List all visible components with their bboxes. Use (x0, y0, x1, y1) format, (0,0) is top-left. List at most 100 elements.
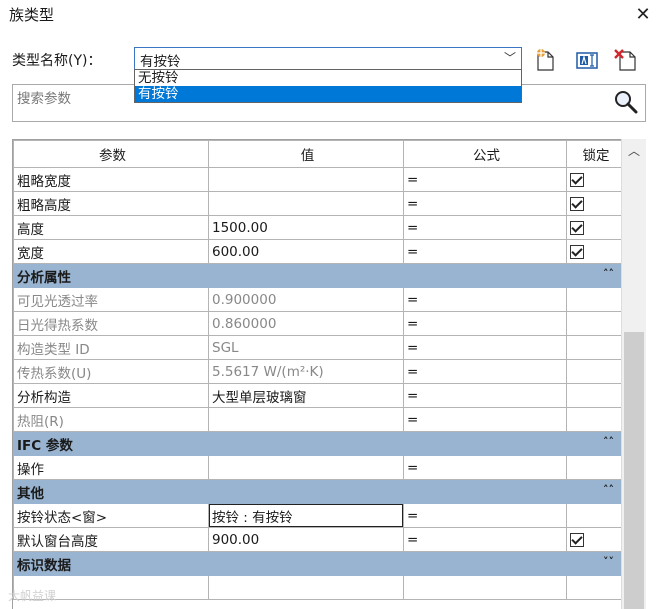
param-formula[interactable]: = (403, 287, 567, 312)
lock-cell (566, 503, 623, 528)
param-formula[interactable]: = (403, 167, 567, 192)
expand-icon[interactable]: ˅˅ (603, 555, 614, 568)
type-name-options[interactable]: 无按铃 有按铃 (134, 69, 522, 103)
table-row: 热阻(R) = (13, 407, 623, 432)
lock-cell[interactable] (566, 167, 623, 192)
table-row: 分析构造 大型单层玻璃窗 = (13, 383, 623, 408)
collapse-icon[interactable]: ˄˄ (603, 435, 614, 448)
param-value[interactable]: SGL (208, 335, 404, 360)
param-value[interactable]: 5.5617 W/(m²·K) (208, 359, 404, 384)
scroll-up-icon[interactable]: ︿ (622, 139, 646, 163)
param-value[interactable] (208, 407, 404, 432)
delete-type-button[interactable] (612, 47, 640, 73)
group-header-ifc[interactable]: IFC 参数 ˄˄ (13, 431, 623, 456)
param-formula[interactable]: = (403, 335, 567, 360)
search-icon (615, 91, 638, 114)
param-formula[interactable]: = (403, 239, 567, 264)
rename-type-button[interactable] (573, 47, 601, 73)
option-with-bell[interactable]: 有按铃 (135, 86, 521, 102)
table-row (13, 575, 623, 600)
collapse-icon[interactable]: ˄˄ (603, 267, 614, 280)
param-formula[interactable]: = (403, 407, 567, 432)
param-value[interactable]: 0.900000 (208, 287, 404, 312)
lock-checkbox[interactable] (570, 172, 584, 187)
group-header-identity[interactable]: 标识数据 ˅˅ (13, 551, 623, 576)
search-button[interactable] (610, 86, 642, 118)
param-value[interactable]: 900.00 (208, 527, 404, 552)
close-button[interactable]: ✕ (623, 0, 663, 30)
param-formula[interactable]: = (403, 191, 567, 216)
lock-cell (566, 287, 623, 312)
param-name: 操作 (13, 455, 209, 480)
new-type-button[interactable] (532, 47, 560, 73)
lock-checkbox[interactable] (570, 196, 584, 211)
param-name: 传热系数(U) (13, 359, 209, 384)
table-row: 粗略高度 = (13, 191, 623, 216)
lock-cell (566, 383, 623, 408)
table-row: 按铃状态<窗> 按铃 : 有按铃 = (13, 503, 623, 528)
header-formula[interactable]: 公式 (403, 140, 567, 168)
rename-type-icon (576, 52, 598, 69)
param-formula[interactable]: = (403, 455, 567, 480)
param-name: 粗略高度 (13, 191, 209, 216)
type-name-dropdown[interactable]: 有按铃 ﹀ (134, 47, 522, 70)
chevron-down-icon[interactable]: ﹀ (504, 49, 516, 66)
lock-checkbox[interactable] (570, 244, 584, 259)
param-formula[interactable]: = (403, 383, 567, 408)
group-header-analysis[interactable]: 分析属性 ˄˄ (13, 263, 623, 288)
scrollbar-thumb[interactable] (624, 332, 644, 609)
group-header-other[interactable]: 其他 ˄˄ (13, 479, 623, 504)
collapse-icon[interactable]: ˄˄ (603, 483, 614, 496)
param-value[interactable] (208, 455, 404, 480)
option-no-bell[interactable]: 无按铃 (135, 70, 521, 86)
table-row: 构造类型 ID SGL = (13, 335, 623, 360)
lock-checkbox[interactable] (570, 220, 584, 235)
lock-cell[interactable] (566, 215, 623, 240)
lock-cell (566, 335, 623, 360)
param-formula[interactable]: = (403, 527, 567, 552)
lock-cell[interactable] (566, 239, 623, 264)
table-row: 宽度 600.00 = (13, 239, 623, 264)
param-name: 分析构造 (13, 383, 209, 408)
lock-cell[interactable] (566, 527, 623, 552)
param-value[interactable]: 大型单层玻璃窗 (208, 383, 404, 408)
param-formula[interactable]: = (403, 311, 567, 336)
param-formula[interactable]: = (403, 503, 567, 528)
param-name: 默认窗台高度 (13, 527, 209, 552)
param-value[interactable]: 0.860000 (208, 311, 404, 336)
param-formula[interactable]: = (403, 215, 567, 240)
lock-cell (566, 311, 623, 336)
param-name: 高度 (13, 215, 209, 240)
table-row: 日光得热系数 0.860000 = (13, 311, 623, 336)
lock-checkbox[interactable] (570, 532, 584, 547)
parameter-grid: 参数 值 公式 锁定 粗略宽度 = 粗略高度 = 高度 1500.00 = 宽度… (12, 139, 646, 609)
table-row: 默认窗台高度 900.00 = (13, 527, 623, 552)
type-name-label: 类型名称(Y)： (12, 53, 102, 69)
watermark: 大帆益课 (8, 589, 57, 603)
param-name: 热阻(R) (13, 407, 209, 432)
param-value[interactable]: 1500.00 (208, 215, 404, 240)
table-row: 高度 1500.00 = (13, 215, 623, 240)
table-row: 可见光透过率 0.900000 = (13, 287, 623, 312)
vertical-scrollbar[interactable]: ︿ (621, 139, 646, 609)
header-lock[interactable]: 锁定 (566, 140, 623, 168)
param-value-editing[interactable]: 按铃 : 有按铃 (208, 503, 404, 528)
group-title: 其他 (17, 485, 44, 502)
param-name: 宽度 (13, 239, 209, 264)
param-value[interactable] (208, 167, 404, 192)
param-name: 可见光透过率 (13, 287, 209, 312)
lock-cell[interactable] (566, 191, 623, 216)
header-value[interactable]: 值 (208, 140, 404, 168)
group-title: 标识数据 (17, 557, 71, 574)
param-name: 日光得热系数 (13, 311, 209, 336)
table-row: 操作 = (13, 455, 623, 480)
header-param[interactable]: 参数 (13, 140, 209, 168)
param-name: 粗略宽度 (13, 167, 209, 192)
param-value[interactable]: 600.00 (208, 239, 404, 264)
param-value[interactable] (208, 191, 404, 216)
lock-cell (566, 407, 623, 432)
delete-type-icon (614, 49, 636, 71)
param-formula[interactable]: = (403, 359, 567, 384)
lock-cell (566, 455, 623, 480)
param-name: 构造类型 ID (13, 335, 209, 360)
